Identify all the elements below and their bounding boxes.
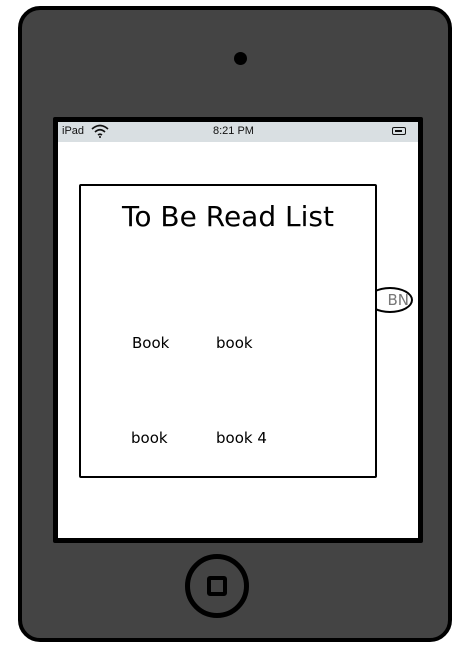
- app-screen: iPad 8:21 PM BN To Be Read List Book boo…: [58, 122, 418, 538]
- to-be-read-panel: To Be Read List Book book book book 4: [79, 184, 377, 478]
- wifi-icon: [91, 124, 109, 138]
- home-button-icon: [207, 576, 227, 596]
- book-item-2[interactable]: book: [216, 334, 253, 352]
- status-carrier: iPad: [62, 125, 85, 137]
- panel-title: To Be Read List: [122, 200, 334, 233]
- status-time: 8:21 PM: [213, 125, 254, 137]
- camera-icon: [234, 52, 247, 65]
- battery-icon: [392, 127, 406, 135]
- book-item-1[interactable]: Book: [132, 334, 169, 352]
- status-bar: iPad 8:21 PM: [58, 122, 418, 142]
- book-item-4[interactable]: book 4: [216, 429, 267, 447]
- ipad-device-frame: iPad 8:21 PM BN To Be Read List Book boo…: [18, 6, 452, 642]
- home-button[interactable]: [185, 554, 249, 618]
- screen-bezel: iPad 8:21 PM BN To Be Read List Book boo…: [53, 117, 423, 543]
- book-item-3[interactable]: book: [131, 429, 168, 447]
